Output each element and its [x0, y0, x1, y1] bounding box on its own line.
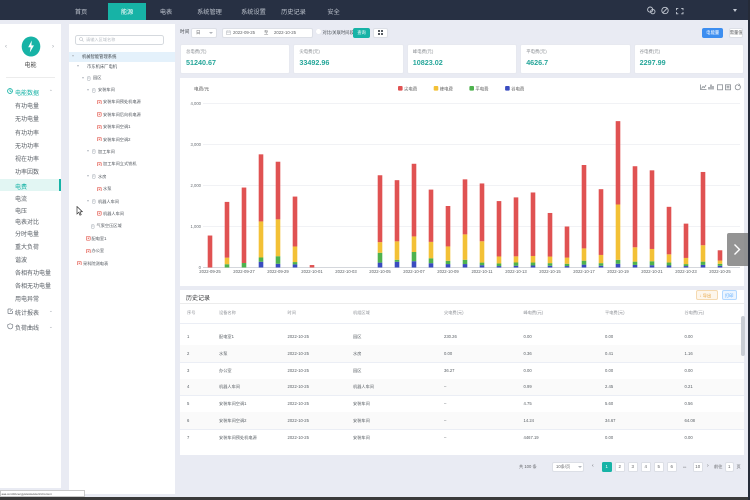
svg-text:峰电费: 峰电费 [440, 85, 454, 92]
svg-text:2022-09-27: 2022-09-27 [233, 269, 255, 274]
svg-text:2022-10-23: 2022-10-23 [675, 269, 697, 274]
svg-text:2022-10-07: 2022-10-07 [403, 269, 425, 274]
svg-text:3,000: 3,000 [191, 142, 202, 147]
svg-text:4,000: 4,000 [191, 101, 202, 106]
svg-text:2022-10-15: 2022-10-15 [539, 269, 561, 274]
svg-text:2022-10-09: 2022-10-09 [437, 269, 459, 274]
svg-text:2022-10-13: 2022-10-13 [505, 269, 527, 274]
svg-text:2022-10-11: 2022-10-11 [471, 269, 493, 274]
svg-text:1,000: 1,000 [191, 224, 202, 229]
svg-text:2022-10-25: 2022-10-25 [709, 269, 731, 274]
svg-text:电费/元: 电费/元 [194, 86, 209, 93]
svg-text:2,000: 2,000 [191, 183, 202, 188]
svg-text:2022-10-17: 2022-10-17 [573, 269, 595, 274]
svg-text:2022-10-21: 2022-10-21 [641, 269, 663, 274]
svg-text:2022-10-01: 2022-10-01 [301, 269, 323, 274]
svg-text:2022-10-19: 2022-10-19 [607, 269, 629, 274]
svg-text:谷电费: 谷电费 [511, 85, 525, 92]
svg-text:2022-10-03: 2022-10-03 [335, 269, 357, 274]
svg-text:2022-09-25: 2022-09-25 [199, 269, 221, 274]
svg-text:平电费: 平电费 [475, 85, 489, 92]
svg-text:尖电费: 尖电费 [404, 85, 418, 92]
svg-text:2022-10-05: 2022-10-05 [369, 269, 391, 274]
svg-text:2022-09-29: 2022-09-29 [267, 269, 289, 274]
